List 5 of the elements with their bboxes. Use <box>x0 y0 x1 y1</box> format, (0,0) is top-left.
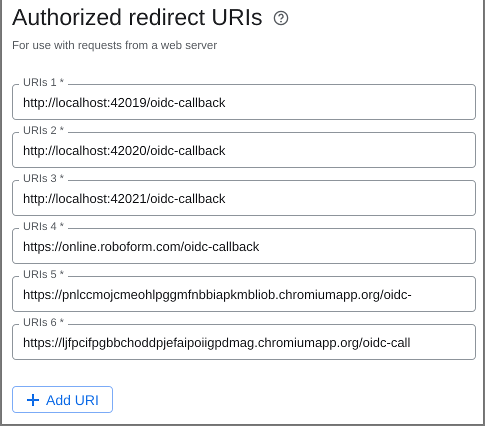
help-icon[interactable] <box>272 10 289 26</box>
add-uri-button[interactable]: Add URI <box>12 386 113 413</box>
section-title: Authorized redirect URIs <box>12 3 263 32</box>
plus-icon <box>27 394 39 406</box>
section-description: For use with requests from a web server <box>12 40 218 52</box>
